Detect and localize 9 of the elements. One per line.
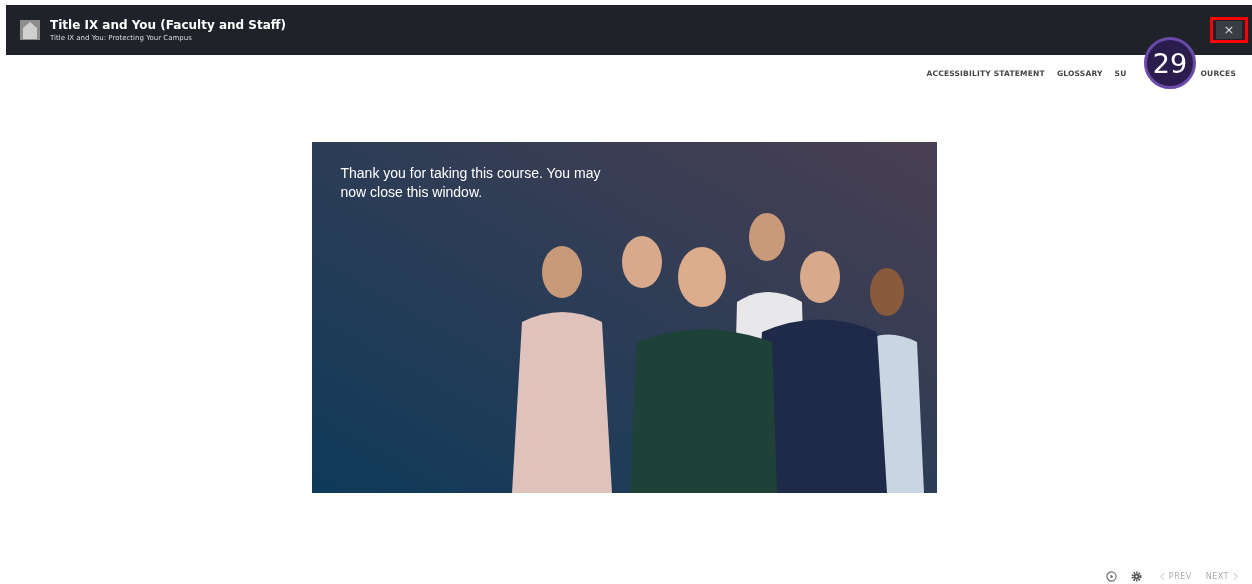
course-title: Title IX and You (Faculty and Staff) [50, 18, 286, 32]
step-badge: 29 [1144, 37, 1196, 89]
house-icon [20, 20, 40, 40]
settings-icon[interactable] [1130, 571, 1142, 582]
chevron-left-icon [1159, 572, 1165, 581]
play-icon[interactable] [1105, 571, 1117, 582]
chevron-right-icon [1233, 572, 1238, 581]
slide-message: Thank you for taking this course. You may now close this window. [340, 164, 602, 202]
close-button[interactable]: × [1216, 21, 1242, 39]
